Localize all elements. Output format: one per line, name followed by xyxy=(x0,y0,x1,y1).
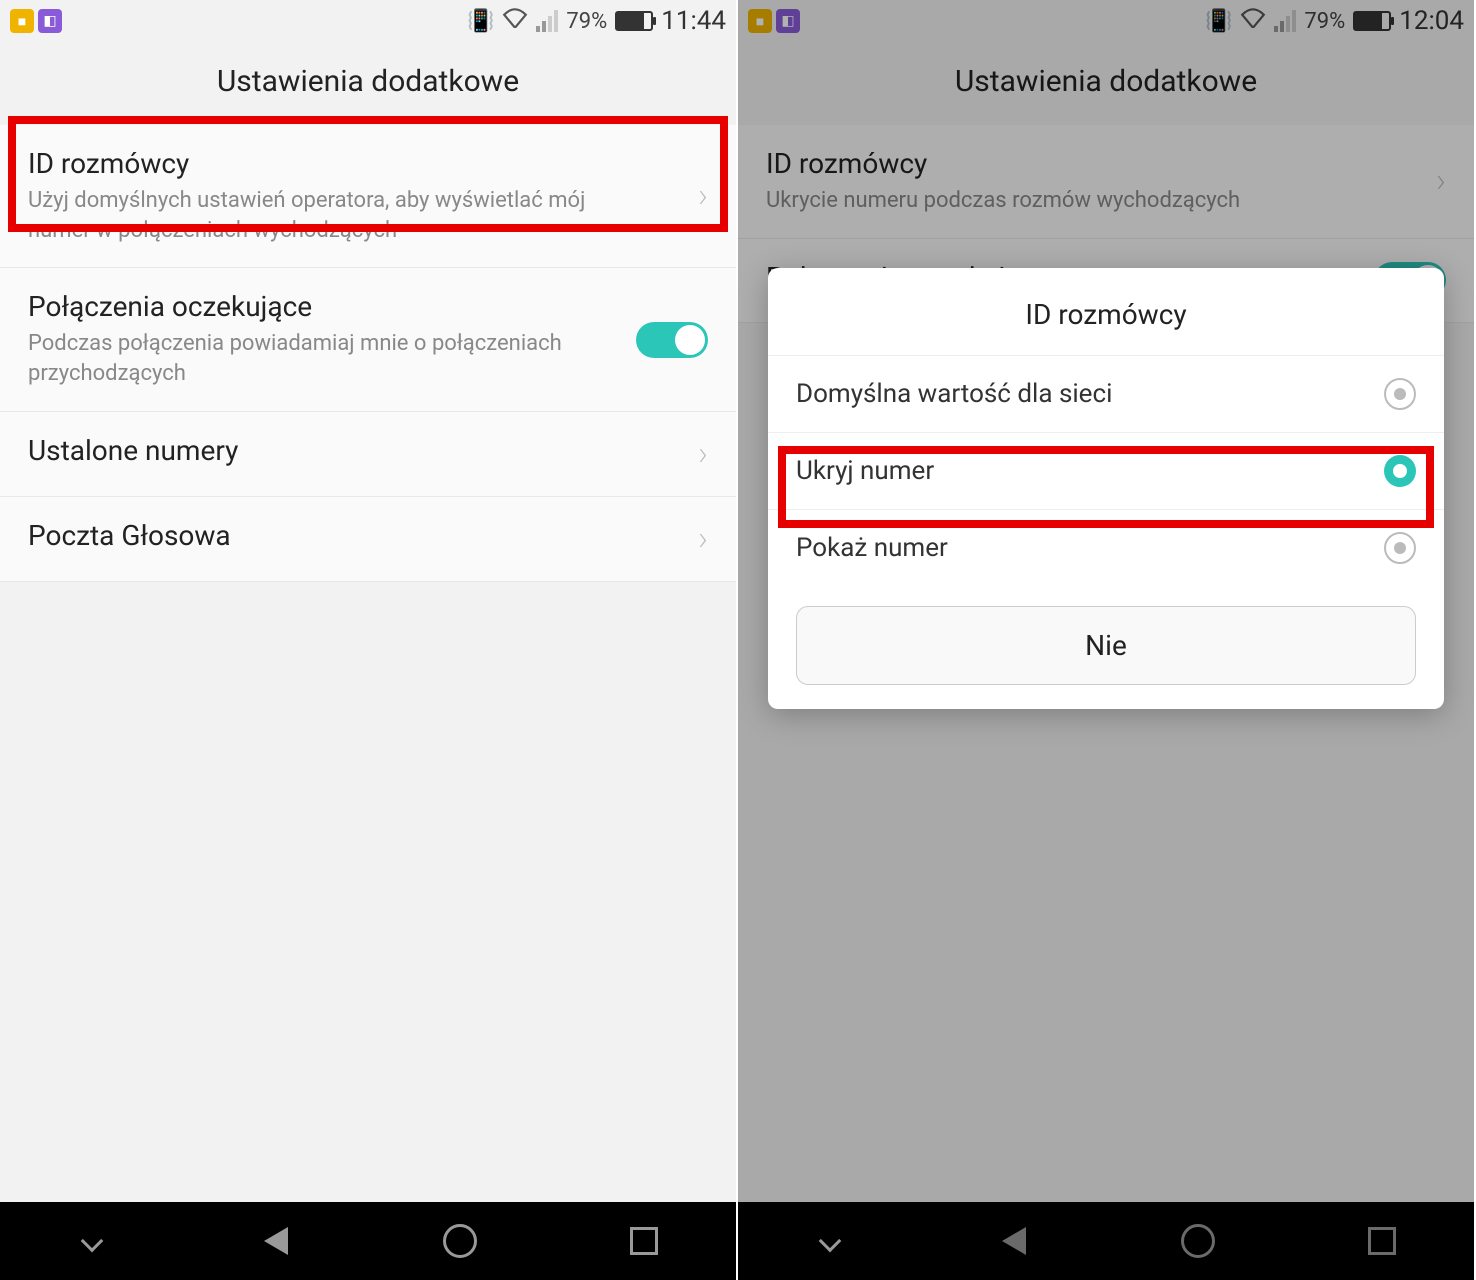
status-app-icon-1: ■ xyxy=(10,9,34,33)
option-label: Domyślna wartość dla sieci xyxy=(796,379,1384,409)
signal-icon xyxy=(536,10,558,32)
nav-menu-chevron[interactable] xyxy=(49,1233,135,1249)
caller-id-dialog: ID rozmówcy Domyślna wartość dla sieci U… xyxy=(768,268,1444,709)
battery-pct: 79% xyxy=(566,9,607,34)
vibrate-icon: 📳 xyxy=(467,9,494,34)
status-clock: 11:44 xyxy=(661,6,726,36)
dialog-cancel-button[interactable]: Nie xyxy=(796,606,1416,685)
call-waiting-toggle[interactable] xyxy=(636,322,708,358)
radio-icon xyxy=(1384,378,1416,410)
fixed-numbers-title: Ustalone numery xyxy=(28,434,698,467)
chevron-right-icon: › xyxy=(698,176,708,216)
screen-right: ■ ◧ 📳 79% 12:04 Ustawienia dodatkowe ID … xyxy=(738,0,1476,1280)
radio-selected-icon xyxy=(1384,455,1416,487)
radio-icon xyxy=(1384,532,1416,564)
option-hide-number[interactable]: Ukryj numer xyxy=(768,432,1444,509)
option-network-default[interactable]: Domyślna wartość dla sieci xyxy=(768,355,1444,432)
header: Ustawienia dodatkowe xyxy=(0,42,736,125)
item-caller-id[interactable]: ID rozmówcy Użyj domyślnych ustawień ope… xyxy=(0,125,736,268)
page-title: Ustawienia dodatkowe xyxy=(0,64,736,99)
call-waiting-sub: Podczas połączenia powiadamiaj mnie o po… xyxy=(28,329,608,388)
call-waiting-title: Połączenia oczekujące xyxy=(28,290,636,323)
voicemail-title: Poczta Głosowa xyxy=(28,519,698,552)
screen-left: ■ ◧ 📳 79% 11:44 Ustawienia dodatkowe ID … xyxy=(0,0,738,1280)
chevron-right-icon: › xyxy=(698,434,708,474)
android-navbar xyxy=(0,1202,736,1280)
item-call-waiting[interactable]: Połączenia oczekujące Podczas połączenia… xyxy=(0,268,736,411)
item-voicemail[interactable]: Poczta Głosowa › xyxy=(0,497,736,582)
option-label: Pokaż numer xyxy=(796,533,1384,563)
dialog-title: ID rozmówcy xyxy=(768,268,1444,355)
nav-home-button[interactable] xyxy=(417,1224,503,1258)
settings-list: ID rozmówcy Użyj domyślnych ustawień ope… xyxy=(0,125,736,582)
status-bar: ■ ◧ 📳 79% 11:44 xyxy=(0,0,736,42)
wifi-icon xyxy=(502,8,528,34)
caller-id-sub: Użyj domyślnych ustawień operatora, aby … xyxy=(28,186,608,245)
caller-id-title: ID rozmówcy xyxy=(28,147,698,180)
nav-back-button[interactable] xyxy=(233,1227,319,1255)
option-show-number[interactable]: Pokaż numer xyxy=(768,509,1444,586)
item-fixed-numbers[interactable]: Ustalone numery › xyxy=(0,412,736,497)
status-app-icon-2: ◧ xyxy=(38,9,62,33)
nav-recent-button[interactable] xyxy=(601,1227,687,1255)
chevron-right-icon: › xyxy=(698,519,708,559)
option-label: Ukryj numer xyxy=(796,456,1384,486)
battery-icon xyxy=(615,11,653,31)
